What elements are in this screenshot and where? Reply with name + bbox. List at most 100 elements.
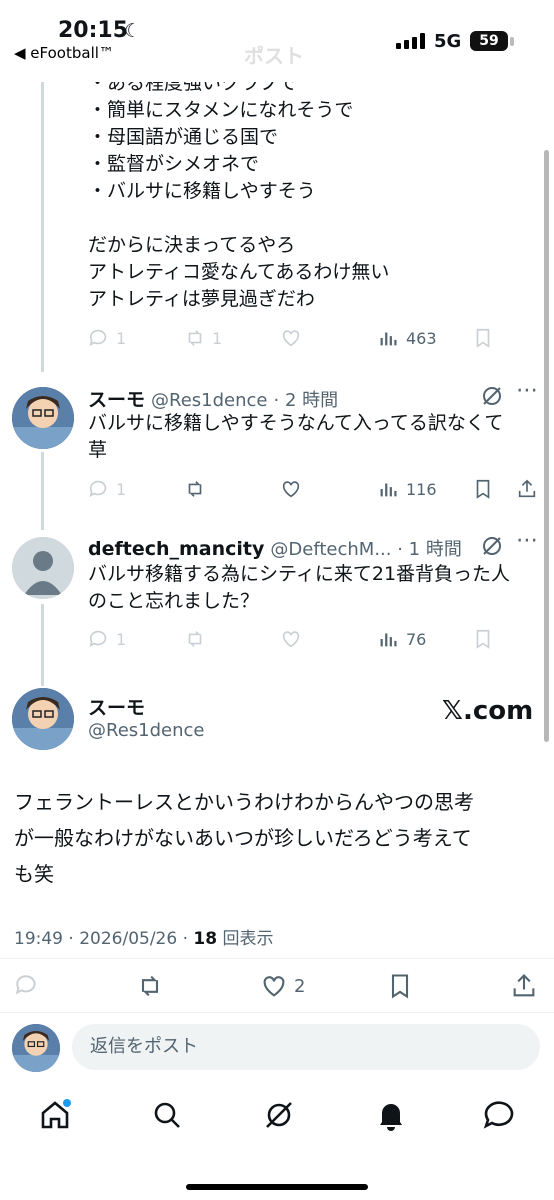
- battery-icon: 59: [470, 31, 508, 51]
- reply2-text: バルサ移籍する為にシティに来て21番背負った人 のこと忘れました？: [88, 563, 511, 612]
- timestamp[interactable]: 19:49 · 2026/05/26 ·: [14, 929, 193, 949]
- reply-count: 1: [116, 328, 127, 348]
- reply1-header: スーモ @Res1dence · 2 時間: [88, 385, 498, 412]
- grok-icon[interactable]: [480, 384, 504, 412]
- home-icon: [41, 1099, 71, 1129]
- bookmark-button[interactable]: [386, 972, 414, 1000]
- reply-icon: [89, 480, 107, 497]
- prev-post-text: ・ある程度強いクラブで ・簡単にスタメンになれそうで ・母国語が通じる国で ・監…: [88, 72, 390, 310]
- grok-icon[interactable]: [480, 534, 504, 562]
- share-icon: [518, 479, 536, 498]
- main-display-name[interactable]: スーモ: [88, 693, 145, 720]
- repost-icon: [141, 975, 159, 997]
- heart-icon: [282, 481, 300, 498]
- share-button[interactable]: [510, 972, 538, 1000]
- my-avatar[interactable]: [12, 1024, 60, 1072]
- display-name[interactable]: スーモ: [88, 385, 145, 412]
- repost-icon: [188, 481, 202, 497]
- views-count[interactable]: 18: [193, 929, 217, 949]
- like-button[interactable]: [280, 478, 302, 500]
- display-name[interactable]: deftech_mancity: [88, 538, 264, 560]
- x-com-watermark: 𝕏.com: [442, 696, 534, 726]
- status-time: 20:15: [58, 18, 129, 43]
- like-button[interactable]: [280, 628, 302, 650]
- messages-tab[interactable]: [482, 1098, 516, 1132]
- reply2-header: deftech_mancity @DeftechM... · 1 時間: [88, 535, 498, 561]
- bookmark-button[interactable]: [472, 478, 494, 500]
- avatar[interactable]: [12, 387, 74, 449]
- like-button[interactable]: [280, 327, 302, 349]
- views-button[interactable]: 76: [378, 628, 426, 650]
- thread-line: [41, 82, 44, 372]
- scrollbar[interactable]: [544, 150, 549, 742]
- views-icon: [380, 483, 397, 497]
- message-icon: [483, 1101, 514, 1129]
- reply-button[interactable]: 1: [88, 478, 126, 500]
- handle[interactable]: @Res1dence: [151, 390, 267, 411]
- bookmark-icon: [391, 974, 409, 999]
- bookmark-button[interactable]: [472, 327, 494, 349]
- reply-count: 1: [116, 479, 127, 499]
- avatar-image: [12, 1024, 60, 1072]
- more-options-icon[interactable]: ⋯: [516, 378, 538, 403]
- repost-icon: [188, 330, 202, 346]
- bookmark-icon: [476, 629, 490, 649]
- views-button[interactable]: 463: [378, 327, 437, 349]
- search-icon: [154, 1102, 180, 1128]
- network-label: 5G: [434, 31, 462, 52]
- views-label: 回表示: [217, 929, 274, 949]
- home-tab[interactable]: [38, 1098, 72, 1132]
- views-count: 76: [406, 629, 427, 649]
- status-bar: ポスト 20:15 ☾ ◀ eFootball™ 5G 59: [0, 0, 554, 82]
- notifications-tab[interactable]: [374, 1098, 408, 1132]
- grok-tab[interactable]: [262, 1098, 296, 1132]
- home-indicator: [186, 1184, 368, 1190]
- post-time[interactable]: · 2 時間: [274, 386, 339, 412]
- signal-icon: [396, 33, 425, 49]
- repost-button[interactable]: [184, 478, 206, 500]
- reply-input[interactable]: 返信をポスト: [72, 1024, 540, 1070]
- battery-cap: [510, 37, 514, 46]
- views-button[interactable]: 116: [378, 478, 437, 500]
- handle[interactable]: @DeftechM... · 1 時間: [270, 535, 461, 561]
- search-tab[interactable]: [150, 1098, 184, 1132]
- bell-icon: [380, 1104, 402, 1131]
- thread-line: [41, 604, 44, 686]
- reply-button[interactable]: 1: [88, 628, 126, 650]
- reply-icon: [89, 630, 107, 647]
- repost-icon: [188, 631, 202, 647]
- views-count: 463: [406, 328, 437, 348]
- back-to-app-link[interactable]: ◀ eFootball™: [14, 44, 114, 62]
- moon-icon: ☾: [124, 20, 142, 42]
- bookmark-button[interactable]: [472, 628, 494, 650]
- repost-button[interactable]: 1: [184, 327, 222, 349]
- avatar[interactable]: [12, 537, 74, 599]
- main-handle[interactable]: @Res1dence: [88, 720, 204, 741]
- share-button[interactable]: [516, 478, 538, 500]
- avatar-image: [12, 688, 74, 750]
- avatar-image: [12, 387, 74, 449]
- views-icon: [380, 633, 397, 647]
- reply-button[interactable]: 1: [88, 327, 126, 349]
- more-options-icon[interactable]: ⋯: [516, 528, 538, 553]
- bottom-nav: [0, 1090, 554, 1146]
- grok-icon: [266, 1102, 292, 1128]
- reply1-actions: 1 116: [88, 475, 543, 503]
- reply-count: 1: [116, 629, 127, 649]
- default-avatar-icon: [12, 537, 74, 599]
- reply2-actions: 1 76: [88, 625, 543, 653]
- like-button[interactable]: 2: [260, 972, 305, 1000]
- views-icon: [380, 332, 397, 346]
- bookmark-icon: [476, 328, 490, 348]
- views-count: 116: [406, 479, 437, 499]
- reply-button[interactable]: [14, 972, 40, 998]
- prev-post-actions: 1 1 463: [88, 324, 543, 352]
- reply1-text: バルサに移籍しやすそうなんて入ってる訳なくて 草: [88, 412, 504, 461]
- avatar[interactable]: [12, 688, 74, 750]
- repost-button[interactable]: [184, 628, 206, 650]
- repost-button[interactable]: [136, 972, 164, 1000]
- divider: [0, 958, 554, 959]
- heart-icon: [282, 330, 300, 347]
- divider: [0, 1012, 554, 1013]
- main-post-actions: 2: [0, 968, 554, 1004]
